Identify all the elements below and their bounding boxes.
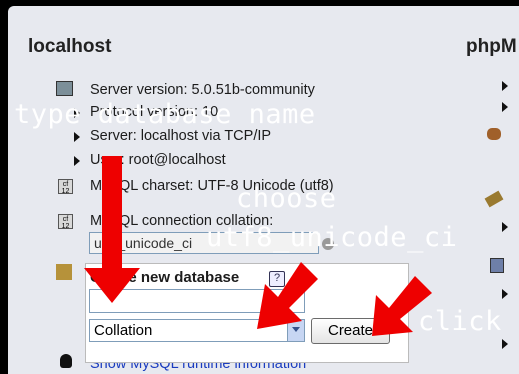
diagonal-arrow-icon xyxy=(257,262,318,329)
diagonal-arrow-icon xyxy=(372,276,432,336)
down-arrow-icon xyxy=(84,156,140,303)
annotation-arrows xyxy=(84,156,432,336)
